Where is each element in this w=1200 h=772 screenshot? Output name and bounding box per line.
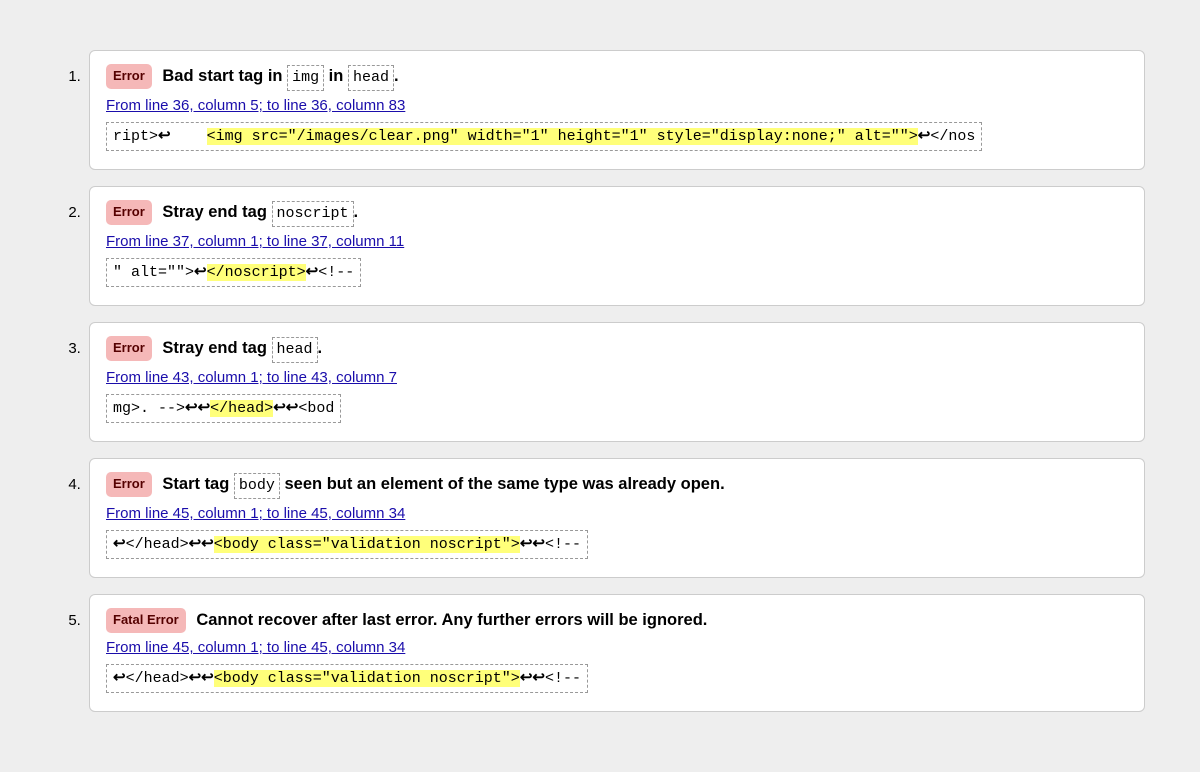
source-location-link[interactable]: From line 45, column 1; to line 45, colu… [106,639,405,656]
source-location: From line 45, column 1; to line 45, colu… [106,505,1128,522]
result-entry: Error Stray end tag noscript. From line 3… [89,186,1145,306]
source-excerpt: ↩</head>↩↩<body class="validation noscri… [106,530,588,559]
source-location-link[interactable]: From line 45, column 1; to line 45, colu… [106,505,405,522]
result-entry: Error Stray end tag head. From line 43, c… [89,322,1145,442]
result-entry: Fatal Error Cannot recover after last er… [89,594,1145,712]
result-headline: Fatal Error Cannot recover after last er… [106,607,1128,633]
source-excerpt: ript>↩ <img src="/images/clear.png" widt… [106,122,982,151]
result-item: Error Stray end tag head. From line 43, c… [85,322,1145,442]
source-location: From line 37, column 1; to line 37, colu… [106,233,1128,250]
error-badge: Error [106,336,152,361]
source-excerpt: " alt="">↩</noscript>↩<!-- [106,258,361,287]
source-location: From line 36, column 5; to line 36, colu… [106,97,1128,114]
source-location-link[interactable]: From line 43, column 1; to line 43, colu… [106,369,397,386]
result-item: Error Start tag body seen but an element… [85,458,1145,578]
source-location: From line 43, column 1; to line 43, colu… [106,369,1128,386]
source-highlight: <img src="/images/clear.png" width="1" h… [207,128,918,145]
tag-name: head [348,65,394,91]
error-badge: Error [106,472,152,497]
result-entry: Error Bad start tag in img in head. From … [89,50,1145,170]
source-highlight: </head> [210,400,273,417]
result-headline: Error Bad start tag in img in head. [106,63,1128,91]
source-location-link[interactable]: From line 36, column 5; to line 36, colu… [106,97,405,114]
tag-name: img [287,65,324,91]
tag-name: head [272,337,318,363]
error-badge: Error [106,200,152,225]
result-headline: Error Stray end tag head. [106,335,1128,363]
result-item: Fatal Error Cannot recover after last er… [85,594,1145,712]
source-location: From line 45, column 1; to line 45, colu… [106,639,1128,656]
result-headline: Error Start tag body seen but an element… [106,471,1128,499]
tag-name: body [234,473,280,499]
result-item: Error Bad start tag in img in head. From … [85,50,1145,170]
source-highlight: </noscript> [207,264,306,281]
source-excerpt: mg>. -->↩↩</head>↩↩<bod [106,394,341,423]
source-highlight: <body class="validation noscript"> [214,670,520,687]
result-item: Error Stray end tag noscript. From line 3… [85,186,1145,306]
result-entry: Error Start tag body seen but an element… [89,458,1145,578]
source-excerpt: ↩</head>↩↩<body class="validation noscri… [106,664,588,693]
fatal-error-badge: Fatal Error [106,608,186,633]
error-badge: Error [106,64,152,89]
source-highlight: <body class="validation noscript"> [214,536,520,553]
validation-results-list: Error Bad start tag in img in head. From … [55,50,1145,712]
tag-name: noscript [272,201,354,227]
source-location-link[interactable]: From line 37, column 1; to line 37, colu… [106,233,404,250]
result-headline: Error Stray end tag noscript. [106,199,1128,227]
